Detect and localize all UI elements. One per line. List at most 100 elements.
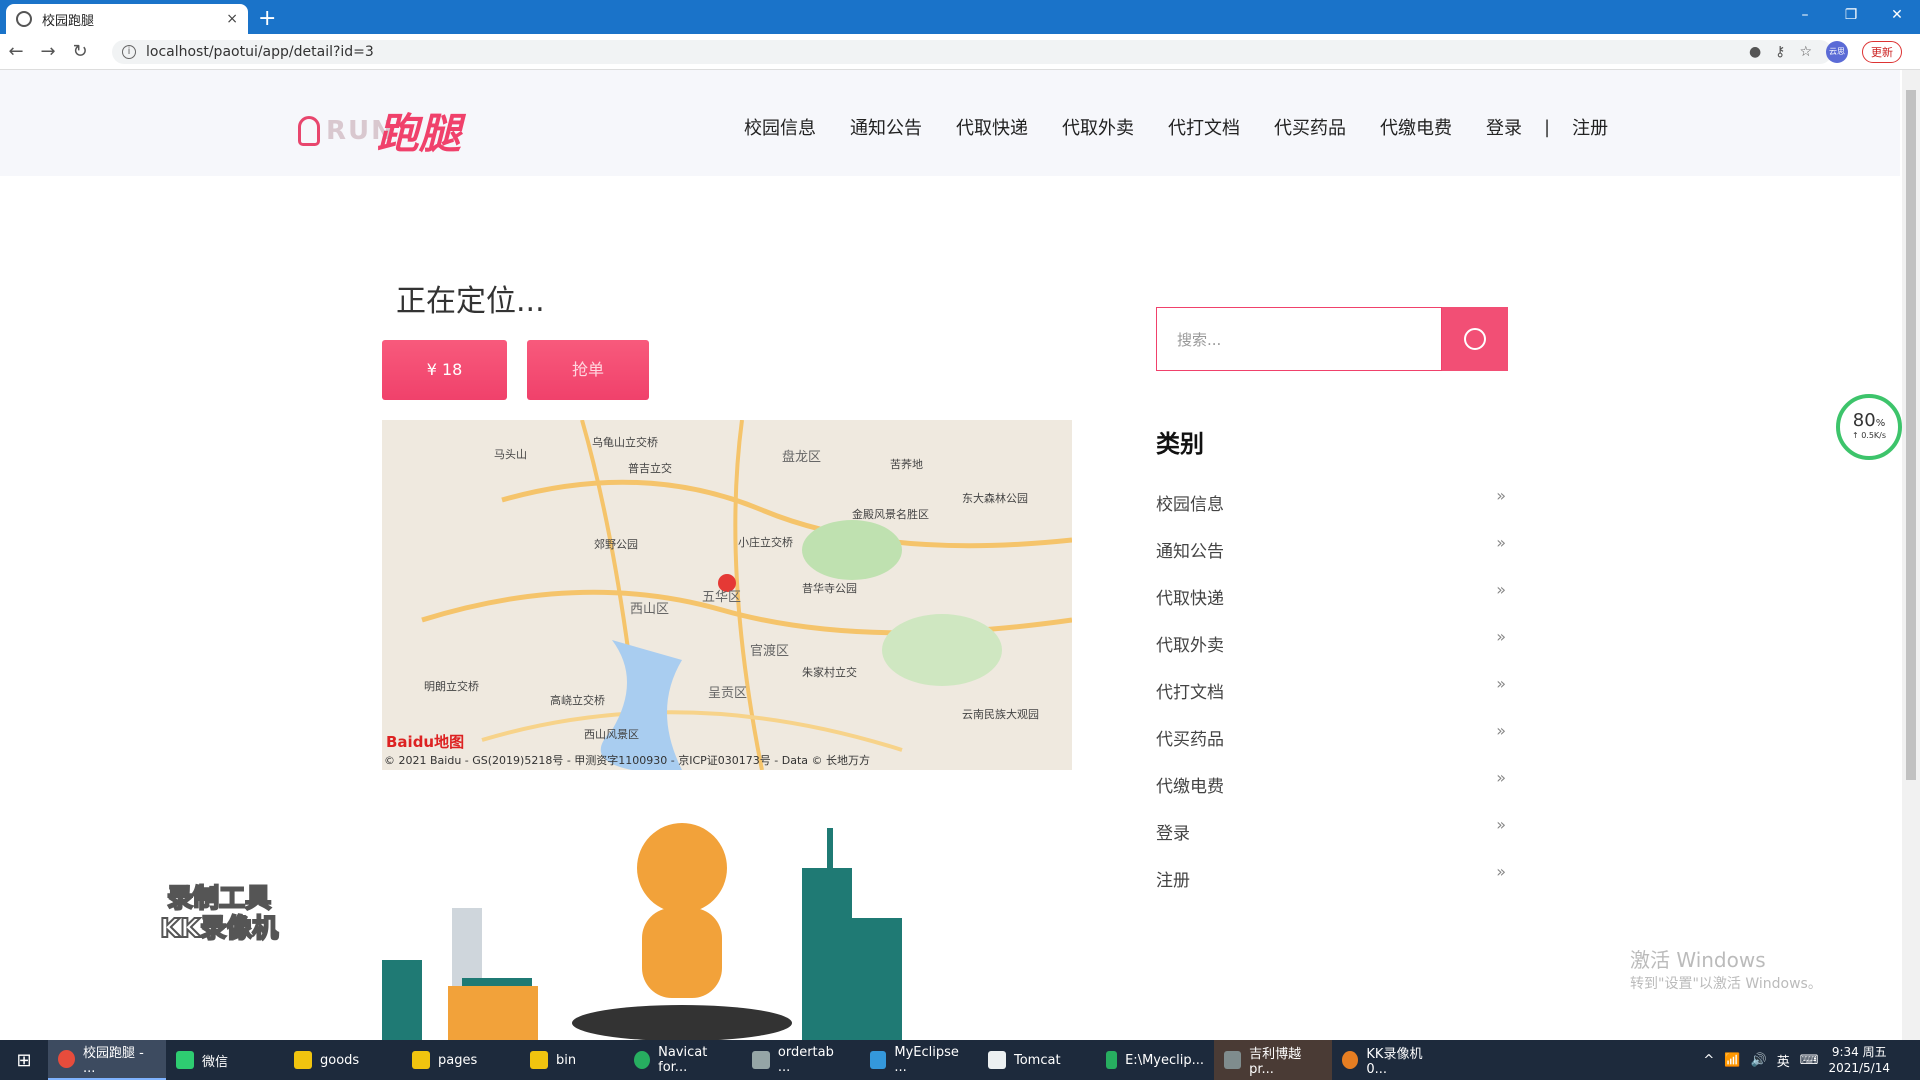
folder-icon: [412, 1051, 430, 1069]
kk-recorder-icon: [1342, 1051, 1359, 1069]
network-speed-widget[interactable]: 80% ↑ 0.5K/s: [1836, 394, 1902, 460]
price-button[interactable]: ¥ 18: [382, 340, 507, 400]
back-icon[interactable]: ←: [0, 41, 32, 62]
taskbar-item-video[interactable]: 吉利博越pr...: [1214, 1040, 1332, 1080]
star-icon[interactable]: ☆: [1799, 44, 1812, 60]
taskbar-item-pages[interactable]: pages: [402, 1040, 520, 1080]
map-view[interactable]: 马头山 乌龟山立交桥 普吉立交 盘龙区 苦荞地 东大森林公园 小庄立交桥 金殿风…: [382, 420, 1072, 770]
new-tab-button[interactable]: +: [258, 6, 276, 31]
nav-item-print[interactable]: 代打文档: [1168, 114, 1240, 140]
map-label: 苦荞地: [890, 458, 923, 471]
windows-start-icon[interactable]: ⊞: [0, 1050, 48, 1071]
taskbar-item-tomcat[interactable]: Tomcat: [978, 1040, 1096, 1080]
taskbar-label: ordertab ...: [777, 1045, 834, 1075]
bulb-logo-icon: [298, 115, 320, 146]
search-input[interactable]: 搜索...: [1156, 307, 1442, 371]
ime-indicator[interactable]: 英: [1777, 1051, 1790, 1070]
nav-item-login[interactable]: 登录: [1486, 114, 1522, 140]
site-logo[interactable]: RUN 跑腿: [298, 100, 461, 161]
taskbar-item-explorer[interactable]: E:\Myeclip...: [1096, 1040, 1214, 1080]
page-scrollbar[interactable]: [1902, 70, 1920, 1040]
navicat-icon: [634, 1051, 651, 1069]
restore-button[interactable]: ❐: [1828, 0, 1874, 30]
tray-expand-icon[interactable]: ^: [1703, 1053, 1714, 1068]
nav-item-electricity[interactable]: 代缴电费: [1380, 114, 1452, 140]
nav-item-express[interactable]: 代取快递: [956, 114, 1028, 140]
search-icon: [1464, 328, 1486, 350]
map-label: 郊野公园: [594, 538, 638, 551]
taskbar-item-bin[interactable]: bin: [520, 1040, 624, 1080]
site-info-icon[interactable]: i: [122, 45, 136, 59]
category-label: 代打文档: [1156, 683, 1224, 703]
tab-favicon-icon: [16, 11, 32, 27]
category-item-electricity[interactable]: 代缴电费 »: [1156, 768, 1506, 819]
map-label: 盘龙区: [782, 450, 822, 465]
map-label: 普吉立交: [628, 462, 672, 475]
category-item-notices[interactable]: 通知公告 »: [1156, 533, 1506, 584]
nav-item-campus-info[interactable]: 校园信息: [744, 114, 816, 140]
wechat-icon: [176, 1051, 194, 1069]
minimize-button[interactable]: –: [1782, 0, 1828, 30]
url-field[interactable]: i localhost/paotui/app/detail?id=3: [112, 40, 1832, 64]
chevron-right-icon: »: [1496, 674, 1506, 693]
page-title: 正在定位...: [396, 284, 545, 319]
profile-avatar[interactable]: 云思: [1826, 41, 1848, 63]
speed-percent-unit: %: [1875, 418, 1886, 429]
watermark-line-1: 录制工具: [166, 883, 272, 915]
category-item-takeout[interactable]: 代取外卖 »: [1156, 627, 1506, 678]
nav-item-register[interactable]: 注册: [1572, 114, 1608, 140]
folder-icon: [530, 1051, 548, 1069]
close-window-button[interactable]: ✕: [1874, 0, 1920, 30]
chevron-right-icon: »: [1496, 533, 1506, 552]
taskbar-item-navicat[interactable]: Navicat for...: [624, 1040, 742, 1080]
kk-recorder-watermark: 录制工具 KK录像机: [159, 883, 279, 945]
category-item-medicine[interactable]: 代买药品 »: [1156, 721, 1506, 772]
url-text: localhost/paotui/app/detail?id=3: [146, 44, 374, 60]
taskbar-item-kk-recorder[interactable]: KK录像机 0...: [1332, 1040, 1450, 1080]
map-label: 呈贡区: [708, 686, 748, 701]
address-bar-row: ← → ↻ i localhost/paotui/app/detail?id=3…: [0, 34, 1920, 70]
taskbar-item-wechat[interactable]: 微信: [166, 1040, 284, 1080]
taskbar-item-myeclipse[interactable]: MyEclipse ...: [860, 1040, 978, 1080]
category-item-express[interactable]: 代取快递 »: [1156, 580, 1506, 631]
category-item-register[interactable]: 注册 »: [1156, 862, 1506, 913]
nav-item-notices[interactable]: 通知公告: [850, 114, 922, 140]
key-icon[interactable]: ⚷: [1775, 44, 1785, 60]
speed-rate: ↑ 0.5K/s: [1851, 431, 1887, 440]
video-icon: [1224, 1051, 1242, 1069]
category-label: 代取外卖: [1156, 636, 1224, 656]
location-icon[interactable]: ●: [1749, 44, 1761, 60]
grab-order-button[interactable]: 抢单: [527, 340, 649, 400]
category-item-campus-info[interactable]: 校园信息 »: [1156, 486, 1506, 537]
category-item-login[interactable]: 登录 »: [1156, 815, 1506, 866]
chevron-right-icon: »: [1496, 721, 1506, 740]
system-clock[interactable]: 9:34 周五 2021/5/14: [1828, 1044, 1890, 1076]
clock-date: 2021/5/14: [1828, 1061, 1890, 1075]
update-button[interactable]: 更新: [1862, 41, 1902, 63]
chevron-right-icon: »: [1496, 580, 1506, 599]
taskbar-item-goods[interactable]: goods: [284, 1040, 402, 1080]
browser-titlebar: 校园跑腿 × + – ❐ ✕: [0, 0, 1920, 34]
scrollbar-thumb[interactable]: [1906, 90, 1916, 780]
taskbar-label: 校园跑腿 - ...: [82, 1046, 144, 1076]
reload-icon[interactable]: ↻: [64, 41, 96, 62]
taskbar-label: 微信: [202, 1054, 229, 1070]
search-button[interactable]: [1442, 307, 1508, 371]
map-label: 昔华寺公园: [802, 582, 857, 595]
taskbar-item-ordertab[interactable]: ordertab ...: [742, 1040, 860, 1080]
browser-tab[interactable]: 校园跑腿 ×: [6, 4, 248, 34]
nav-item-takeout[interactable]: 代取外卖: [1062, 114, 1134, 140]
tab-close-icon[interactable]: ×: [226, 11, 238, 27]
category-item-print[interactable]: 代打文档 »: [1156, 674, 1506, 725]
file-explorer-icon: [1106, 1051, 1118, 1069]
forward-icon[interactable]: →: [32, 41, 64, 62]
keyboard-icon[interactable]: ⌨: [1800, 1053, 1819, 1068]
volume-icon[interactable]: 🔊: [1751, 1053, 1767, 1068]
clock-time: 9:34 周五: [1831, 1045, 1887, 1059]
nav-item-medicine[interactable]: 代买药品: [1274, 114, 1346, 140]
taskbar-label: bin: [556, 1052, 577, 1068]
taskbar-item-chrome[interactable]: 校园跑腿 - ...: [48, 1040, 166, 1080]
map-label: 明朗立交桥: [424, 680, 479, 693]
category-label: 通知公告: [1156, 542, 1224, 562]
network-icon[interactable]: 📶: [1724, 1053, 1740, 1068]
